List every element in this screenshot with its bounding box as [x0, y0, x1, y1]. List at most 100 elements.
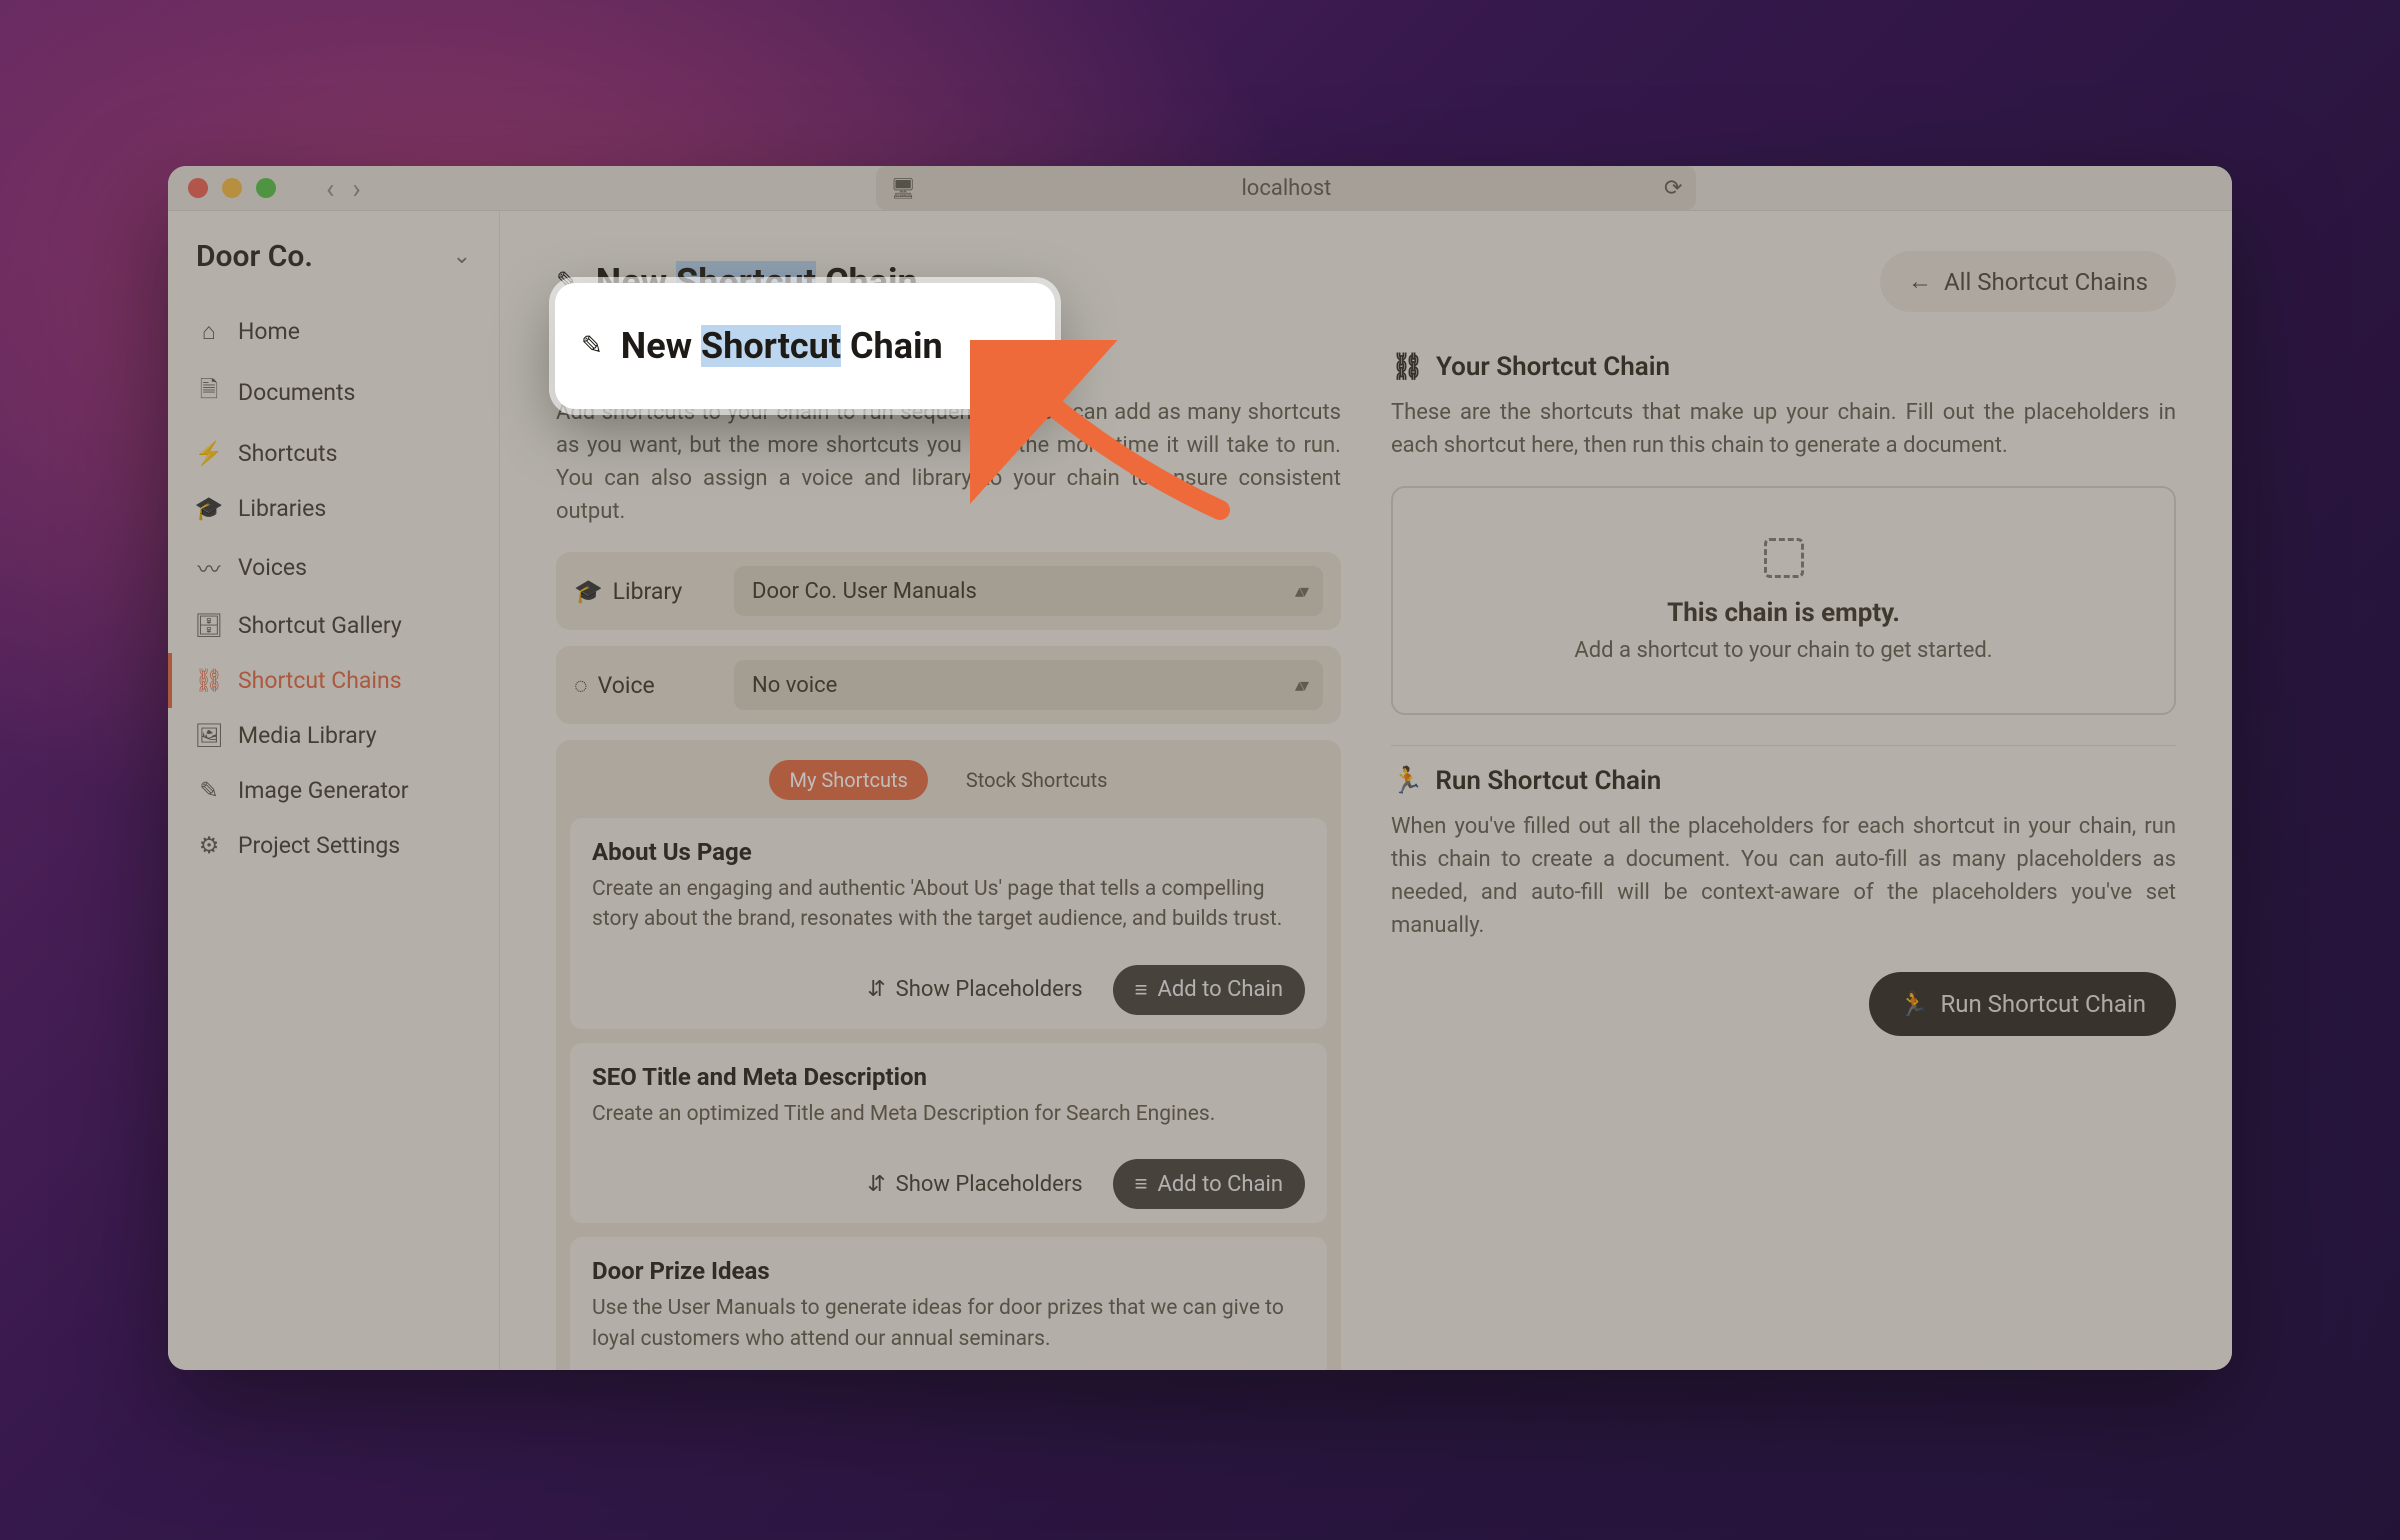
workspace-name: Door Co. — [196, 239, 313, 274]
sidebar-item-gallery[interactable]: 🗄 Shortcut Gallery — [168, 598, 499, 653]
browser-toolbar: ‹ › 🖥 localhost ⟳ — [168, 166, 2232, 211]
button-label: All Shortcut Chains — [1944, 268, 2148, 296]
library-icon: 🎓 — [574, 578, 603, 605]
documents-icon: 🗎 — [196, 373, 222, 412]
chain-builder-column: ☰ Chain Builder Add shortcuts to your ch… — [556, 352, 1341, 1370]
empty-chain-placeholder: This chain is empty. Add a shortcut to y… — [1391, 486, 2176, 715]
site-settings-icon: 🖥 — [890, 176, 915, 200]
button-label: Add to Chain — [1157, 977, 1283, 1002]
chain-description: These are the shortcuts that make up you… — [1391, 396, 2176, 462]
sidebar-item-label: Shortcut Gallery — [238, 612, 402, 639]
sidebar-item-libraries[interactable]: 🎓 Libraries — [168, 481, 499, 536]
shortcut-card: About Us Page Create an engaging and aut… — [570, 818, 1327, 1029]
builder-icon: ☰ — [556, 352, 579, 382]
section-heading: Your Shortcut Chain — [1436, 352, 1670, 382]
sidebar-item-image-generator[interactable]: ✎ Image Generator — [168, 763, 499, 818]
run-icon: 🏃 — [1899, 990, 1929, 1018]
field-label: Voice — [598, 672, 655, 699]
run-icon: 🏃 — [1391, 766, 1423, 796]
refresh-icon[interactable]: ⟳ — [1664, 176, 1682, 201]
expand-icon: ⇵ — [867, 1172, 885, 1197]
button-label: Show Placeholders — [896, 1172, 1083, 1197]
your-chain-column: ⛓ Your Shortcut Chain These are the shor… — [1391, 352, 2176, 1370]
sidebar-item-media[interactable]: 🖼 Media Library — [168, 708, 499, 763]
media-icon: 🖼 — [196, 722, 222, 749]
libraries-icon: 🎓 — [196, 495, 222, 522]
library-select[interactable]: Door Co. User Manuals ▴▾ — [734, 566, 1323, 616]
voice-field: ◌ Voice No voice ▴▾ — [556, 646, 1341, 724]
divider — [1391, 745, 2176, 746]
section-heading: Run Shortcut Chain — [1435, 766, 1661, 796]
chain-icon: ⛓ — [1391, 352, 1424, 382]
voice-icon: ◌ — [574, 672, 588, 699]
all-shortcut-chains-button[interactable]: ← All Shortcut Chains — [1880, 251, 2176, 312]
select-value: No voice — [752, 673, 837, 698]
window-controls — [188, 178, 276, 198]
sidebar-item-label: Image Generator — [238, 777, 409, 804]
browser-window: ‹ › 🖥 localhost ⟳ Door Co. ⌄ ⌂ Home 🗎 Do… — [168, 166, 2232, 1370]
sidebar-item-shortcut-chains[interactable]: ⛓ Shortcut Chains — [168, 653, 499, 708]
select-value: Door Co. User Manuals — [752, 579, 977, 604]
empty-title: This chain is empty. — [1413, 598, 2154, 628]
sidebar: Door Co. ⌄ ⌂ Home 🗎 Documents ⚡ Shortcut… — [168, 211, 500, 1370]
run-shortcut-chain-button[interactable]: 🏃 Run Shortcut Chain — [1869, 972, 2176, 1036]
sidebar-item-voices[interactable]: 〰 Voices — [168, 536, 499, 598]
page-header: ✎ New Shortcut Chain ← All Shortcut Chai… — [500, 211, 2232, 342]
show-placeholders-button[interactable]: ⇵ Show Placeholders — [853, 1159, 1096, 1209]
select-caret-icon: ▴▾ — [1295, 581, 1305, 602]
sidebar-item-label: Media Library — [238, 722, 377, 749]
sidebar-item-label: Shortcut Chains — [238, 667, 402, 694]
shortcut-source-panel: My Shortcuts Stock Shortcuts About Us Pa… — [556, 740, 1341, 1370]
sidebar-item-home[interactable]: ⌂ Home — [168, 304, 499, 359]
stack-icon: ≡ — [1135, 1171, 1148, 1197]
back-button[interactable]: ‹ — [326, 172, 334, 205]
settings-icon: ⚙ — [196, 832, 222, 859]
image-gen-icon: ✎ — [196, 777, 222, 804]
run-description: When you've filled out all the placehold… — [1391, 810, 2176, 942]
chains-icon: ⛓ — [196, 667, 222, 694]
fullscreen-window-button[interactable] — [256, 178, 276, 198]
stack-icon: ≡ — [1135, 977, 1148, 1003]
url-bar[interactable]: 🖥 localhost ⟳ — [876, 166, 1696, 210]
card-description: Create an engaging and authentic 'About … — [592, 874, 1305, 935]
gallery-icon: 🗄 — [196, 612, 222, 639]
show-placeholders-button[interactable]: ⇵ Show Placeholders — [853, 965, 1096, 1015]
sidebar-item-label: Documents — [238, 379, 355, 406]
card-title: About Us Page — [592, 838, 1305, 866]
sidebar-item-label: Shortcuts — [238, 440, 337, 467]
card-description: Use the User Manuals to generate ideas f… — [592, 1293, 1305, 1354]
add-to-chain-button[interactable]: ≡ Add to Chain — [1113, 965, 1305, 1015]
voice-select[interactable]: No voice ▴▾ — [734, 660, 1323, 710]
browser-nav-arrows: ‹ › — [326, 172, 361, 205]
sidebar-item-label: Project Settings — [238, 832, 400, 859]
forward-button[interactable]: › — [352, 172, 360, 205]
workspace-switcher[interactable]: Door Co. ⌄ — [168, 233, 499, 304]
page-title[interactable]: New Shortcut Chain — [596, 261, 918, 303]
arrow-left-icon: ← — [1908, 267, 1932, 296]
card-description: Create an optimized Title and Meta Descr… — [592, 1099, 1305, 1129]
card-title: Door Prize Ideas — [592, 1257, 1305, 1285]
tab-stock-shortcuts[interactable]: Stock Shortcuts — [946, 760, 1128, 800]
home-icon: ⌂ — [196, 318, 222, 345]
sidebar-item-label: Libraries — [238, 495, 326, 522]
sidebar-item-documents[interactable]: 🗎 Documents — [168, 359, 499, 426]
library-field: 🎓 Library Door Co. User Manuals ▴▾ — [556, 552, 1341, 630]
edit-title-icon[interactable]: ✎ — [556, 267, 578, 297]
empty-subtitle: Add a shortcut to your chain to get star… — [1413, 638, 2154, 663]
chevron-down-icon: ⌄ — [453, 244, 471, 269]
shortcut-card: Door Prize Ideas Use the User Manuals to… — [570, 1237, 1327, 1370]
sidebar-item-shortcuts[interactable]: ⚡ Shortcuts — [168, 426, 499, 481]
field-label: Library — [613, 578, 683, 605]
add-to-chain-button[interactable]: ≡ Add to Chain — [1113, 1159, 1305, 1209]
shortcuts-icon: ⚡ — [196, 440, 222, 467]
sidebar-item-support[interactable]: ? Support — [168, 1350, 499, 1370]
minimize-window-button[interactable] — [222, 178, 242, 198]
sidebar-item-project-settings[interactable]: ⚙ Project Settings — [168, 818, 499, 873]
card-title: SEO Title and Meta Description — [592, 1063, 1305, 1091]
run-section: 🏃 Run Shortcut Chain When you've filled … — [1391, 766, 2176, 1036]
tab-my-shortcuts[interactable]: My Shortcuts — [769, 760, 927, 800]
close-window-button[interactable] — [188, 178, 208, 198]
voices-icon: 〰 — [196, 550, 222, 584]
select-caret-icon: ▴▾ — [1295, 675, 1305, 696]
main-content: ✎ New Shortcut Chain ← All Shortcut Chai… — [500, 211, 2232, 1370]
